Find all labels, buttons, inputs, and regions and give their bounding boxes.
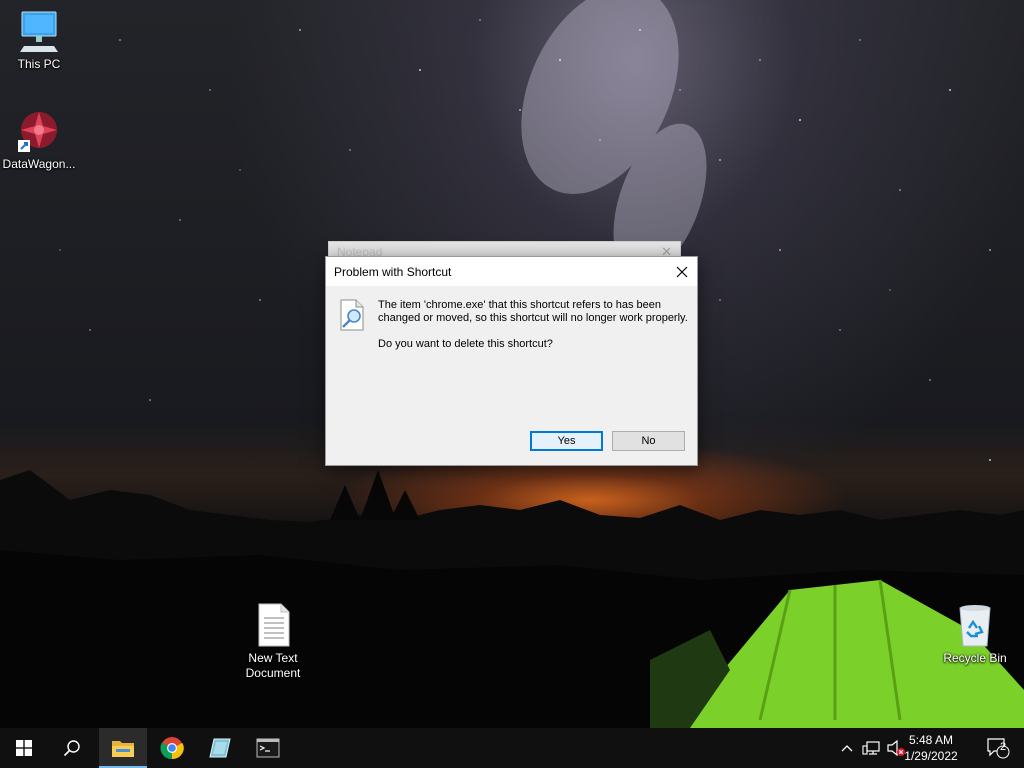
clock-date: 1/29/2022: [904, 749, 958, 763]
desktop-icon-label: New Text Document: [245, 651, 301, 680]
dialog-message: The item 'chrome.exe' that this shortcut…: [378, 299, 688, 324]
desktop-icon-new-text-document[interactable]: New Text Document: [234, 602, 312, 681]
notification-icon: [987, 738, 1010, 759]
dialog-title: Problem with Shortcut: [334, 265, 452, 279]
recycle-bin-icon: [959, 605, 991, 647]
dialog-question: Do you want to delete this shortcut?: [378, 338, 553, 350]
no-button[interactable]: No: [612, 431, 685, 451]
desktop-icon-recycle-bin[interactable]: Recycle Bin: [936, 602, 1014, 666]
show-hidden-icons-button[interactable]: [838, 728, 856, 768]
start-button[interactable]: [0, 728, 48, 768]
desktop-icon-datawagon[interactable]: DataWagon...: [0, 108, 78, 172]
taskbar-app[interactable]: [196, 728, 244, 768]
desktop-icon-label: DataWagon...: [2, 157, 76, 171]
app-icon: [209, 738, 231, 758]
chrome-icon: [160, 737, 184, 760]
taskbar: 5:48 AM 1/29/2022 2: [0, 728, 1024, 768]
datawagon-app-icon: [18, 112, 57, 152]
close-icon: [676, 266, 688, 277]
search-icon: [63, 740, 80, 757]
notification-count-badge: 2: [1000, 741, 1007, 753]
taskbar-chrome[interactable]: [148, 728, 196, 768]
taskbar-clock[interactable]: 5:48 AM 1/29/2022: [896, 732, 966, 764]
yes-button[interactable]: Yes: [530, 431, 603, 451]
dialog-titlebar[interactable]: Problem with Shortcut: [326, 257, 697, 286]
network-icon: [862, 741, 880, 755]
start-icon: [16, 740, 32, 756]
network-button[interactable]: [860, 728, 882, 768]
desktop: This PC DataWagon... New Text Document R…: [0, 0, 1024, 768]
clock-time: 5:48 AM: [908, 733, 954, 747]
file-explorer-icon: [112, 741, 134, 757]
action-center-button[interactable]: 2: [978, 728, 1018, 768]
close-button[interactable]: [667, 257, 697, 286]
broken-shortcut-icon: [340, 299, 364, 331]
monitor-icon: [20, 11, 58, 52]
terminal-icon: [256, 738, 280, 758]
search-button[interactable]: [48, 728, 96, 768]
desktop-icon-label: Recycle Bin: [943, 651, 1007, 665]
desktop-icon-this-pc[interactable]: This PC: [0, 10, 78, 72]
text-document-icon: [258, 603, 290, 647]
chevron-up-icon: [841, 745, 853, 752]
taskbar-terminal[interactable]: [244, 728, 292, 768]
desktop-icon-label: This PC: [17, 57, 61, 71]
problem-with-shortcut-dialog: Problem with Shortcut The item 'chrome.e…: [325, 256, 698, 466]
taskbar-file-explorer[interactable]: [99, 728, 147, 768]
